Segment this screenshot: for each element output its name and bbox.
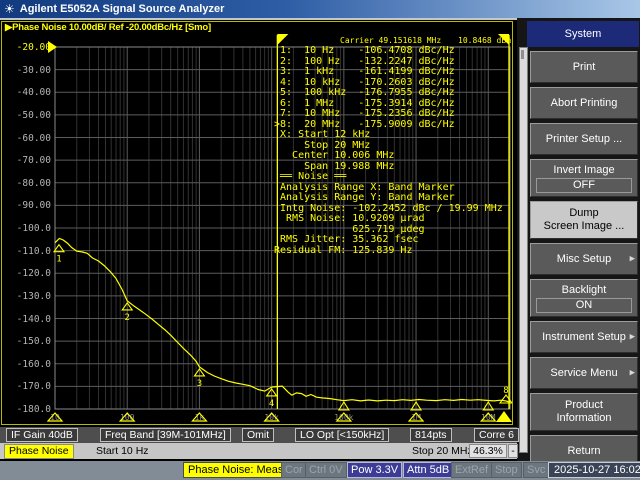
submenu-arrow-icon: ▶ [629, 333, 635, 341]
sweep-stop-label: Stop 20 MHz [412, 445, 473, 457]
datetime-display: 2025-10-27 16:02 [548, 462, 640, 478]
measurement-settings-bar: IF Gain 40dB Freq Band [39M-101MHz] Omit LO… [0, 427, 520, 443]
y-tick-label: -60.00 [16, 132, 51, 144]
menu-button-value: ON [536, 297, 632, 313]
menu-button-label: Dump [569, 207, 599, 219]
indicator-extref: ExtRef [451, 462, 493, 478]
carrier-power: 10.8468 dBm [458, 36, 511, 45]
menu-button-label: Product [565, 399, 603, 411]
phase-noise-graph-window: ▶Phase Noise 10.00dB/ Ref -20.00dBc/Hz [… [1, 21, 513, 425]
measurement-status-badge: Phase Noise: Meas [183, 462, 289, 478]
y-tick-label: -180.0 [16, 404, 51, 415]
menu-scrollbar-thumb[interactable] [521, 50, 524, 59]
setting-badge: 814pts [410, 428, 452, 442]
setting-badge: Omit [242, 428, 275, 442]
menu-button-abort-printing[interactable]: Abort Printing [530, 87, 638, 119]
submenu-arrow-icon: ▶ [629, 369, 635, 377]
screen-top-edge [0, 18, 517, 20]
menu-button-label: Invert Image [553, 163, 615, 176]
indicator-pow-3-3v: Pow 3.3V [347, 462, 403, 478]
svg-text:1: 1 [56, 255, 61, 265]
y-tick-label: -30.00 [16, 64, 51, 76]
menu-header: System [527, 21, 639, 47]
setting-badge: IF Gain 40dB [6, 428, 78, 442]
marker-readout: 1: 10 Hz -106.4708 dBc/Hz 2: 100 Hz -132… [274, 45, 503, 256]
menu-button-label: Backlight [561, 283, 607, 296]
sweep-progress-percent: 46.3% [469, 444, 507, 458]
menu-button-printer-setup[interactable]: Printer Setup ... [530, 123, 638, 155]
setting-badge: Corre 6 [474, 428, 520, 442]
menu-button-label: Information [556, 412, 612, 424]
menu-button-misc-setup[interactable]: Misc Setup ▶ [530, 243, 638, 275]
indicator-cor: Cor [281, 462, 307, 478]
y-tick-label: -20.00 [16, 42, 51, 53]
menu-scrollbar[interactable] [519, 47, 528, 453]
y-tick-label: -80.00 [16, 177, 51, 189]
menu-button-label: Return [567, 444, 601, 457]
menu-button-label: Screen Image ... [543, 220, 625, 232]
indicator-attn-5db: Attn 5dB [403, 462, 454, 478]
analyzer-screen: ☀ Agilent E5052A Signal Source Analyzer … [0, 0, 640, 480]
y-tick-label: -100.0 [16, 223, 51, 234]
menu-buttons: Print Abort Printing Printer Setup ... Inve… [530, 51, 638, 467]
menu-button-backlight[interactable]: Backlight ON [530, 279, 638, 317]
agilent-spark-icon: ☀ [4, 2, 15, 16]
menu-button-value: OFF [536, 177, 632, 193]
setting-badge: LO Opt [<150kHz] [295, 428, 390, 442]
svg-text:3: 3 [197, 379, 202, 389]
instrument-status-bar: Phase Noise: Meas Cor Ctrl 0V Pow 3.3V Attn… [0, 461, 640, 480]
svg-text:2: 2 [124, 313, 129, 323]
svg-text:8: 8 [503, 386, 508, 396]
carrier-readout: Carrier 49.151618 MHz 10.8468 dBm [340, 36, 511, 45]
y-tick-label: -170.0 [16, 381, 51, 393]
menu-button-label: Service Menu [550, 366, 618, 379]
y-tick-label: -150.0 [16, 336, 51, 348]
menu-button-label: Abort Printing [550, 96, 618, 109]
y-tick-label: -110.0 [16, 245, 51, 257]
y-tick-label: -70.00 [16, 155, 51, 167]
y-tick-label: -160.0 [16, 358, 51, 370]
trace-name-badge: Phase Noise [4, 444, 74, 459]
indicator-stop: Stop [491, 462, 522, 478]
menu-button-invert-image[interactable]: Invert Image OFF [530, 159, 638, 197]
y-tick-label: -90.00 [16, 200, 51, 212]
progress-minus-button[interactable]: - [508, 444, 518, 458]
menu-button-service-menu[interactable]: Service Menu ▶ [530, 357, 638, 389]
menu-button-label: Printer Setup ... [545, 132, 623, 145]
menu-button-dump[interactable]: Dump Screen Image ... [530, 201, 638, 239]
submenu-arrow-icon: ▶ [629, 255, 635, 263]
sweep-start-label: Start 10 Hz [96, 445, 149, 457]
y-tick-label: -130.0 [16, 290, 51, 302]
softkey-menu-panel: System Print Abort Printing Printer Setup … [517, 18, 640, 467]
y-tick-label: -50.00 [16, 109, 51, 121]
setting-badge: Freq Band [39M-101MHz] [100, 428, 231, 442]
menu-button-instrument-setup[interactable]: Instrument Setup ▶ [530, 321, 638, 353]
menu-button-label: Instrument Setup [542, 330, 626, 343]
svg-text:4: 4 [269, 399, 274, 409]
y-tick-label: -140.0 [16, 313, 51, 325]
indicator-svc: Svc [523, 462, 550, 478]
menu-button-label: Print [572, 60, 596, 73]
menu-button-product[interactable]: Product Information [530, 393, 638, 431]
sweep-status-bar: Phase Noise Start 10 Hz Stop 20 MHz 46.3… [0, 443, 518, 459]
menu-button-label: Misc Setup [556, 252, 612, 265]
window-titlebar: ☀ Agilent E5052A Signal Source Analyzer [0, 0, 640, 18]
y-tick-label: -120.0 [16, 268, 51, 280]
menu-button-print[interactable]: Print [530, 51, 638, 83]
carrier-frequency: Carrier 49.151618 MHz [340, 36, 442, 45]
y-tick-label: -40.00 [16, 87, 51, 99]
indicator-ctrl-0v: Ctrl 0V [305, 462, 347, 478]
window-title: Agilent E5052A Signal Source Analyzer [19, 3, 225, 15]
